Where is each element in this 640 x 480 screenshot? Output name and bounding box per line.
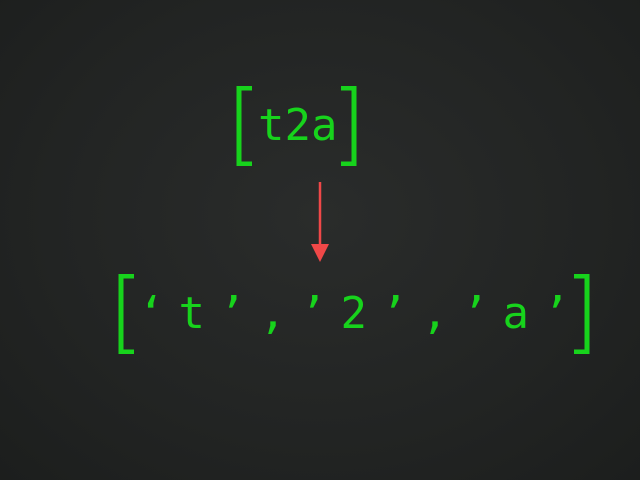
arrow-down-icon [311,182,329,262]
list-item: ’a’ [462,288,570,339]
right-bracket-icon [572,274,590,354]
left-bracket-icon [118,274,136,354]
source-string-text: t2a [258,100,338,151]
separator: , [421,288,462,339]
left-bracket-icon [236,86,254,166]
diagram-canvas: t2a ‘t’, ’2’,’a’ [0,0,640,480]
right-bracket-icon [339,86,357,166]
source-string: t2a [236,82,357,170]
result-list: ‘t’, ’2’,’a’ [118,270,590,358]
result-items: ‘t’, ’2’,’a’ [136,274,572,354]
separator: , [259,288,300,339]
list-item: ’2’ [300,288,422,339]
list-item: ‘t’ [138,288,260,339]
